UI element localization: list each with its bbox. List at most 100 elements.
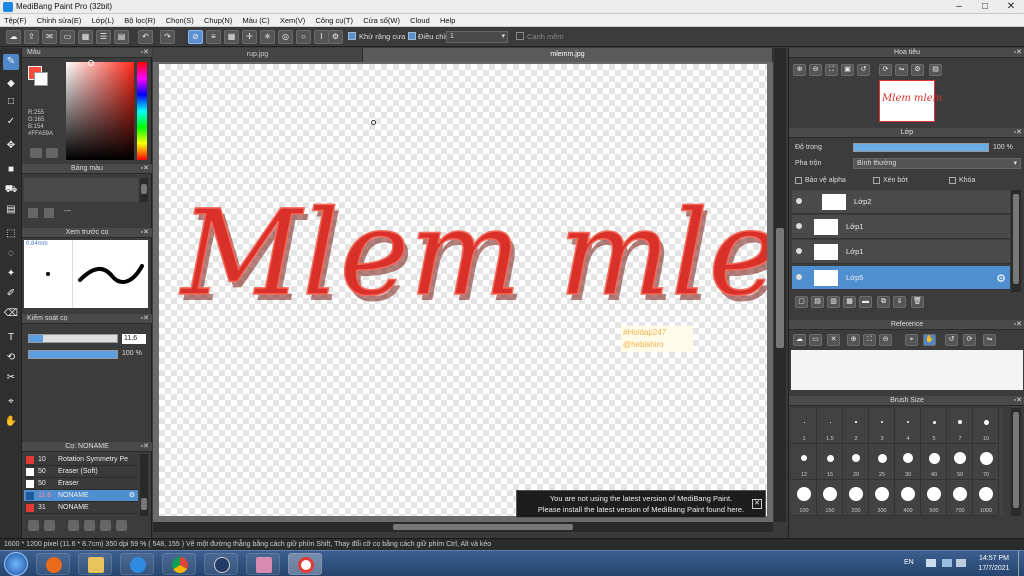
brush-size-cell[interactable]: 10: [973, 408, 999, 444]
brush-size-cell[interactable]: 12: [791, 444, 817, 480]
color-wheel-icon[interactable]: [30, 148, 42, 158]
new-1bit-layer-icon[interactable]: ▦: [843, 296, 856, 308]
canvas-vertical-scrollbar[interactable]: [774, 48, 786, 522]
medibang-taskbar-button[interactable]: [288, 553, 322, 575]
chat-icon[interactable]: ✉: [42, 30, 57, 44]
rotate-left-icon[interactable]: ↺: [857, 64, 870, 76]
operation-tool-icon[interactable]: ⟲: [3, 350, 19, 366]
brush-size-cell[interactable]: 1000: [973, 480, 999, 516]
zoom-in-icon[interactable]: ⊕: [793, 64, 806, 76]
flip-icon[interactable]: ⇋: [895, 64, 908, 76]
menu-layer[interactable]: Lớp(L): [88, 14, 118, 27]
ref-zoom-out-icon[interactable]: ⊖: [879, 334, 892, 346]
brush-list-item[interactable]: 31 NONAME: [24, 502, 138, 514]
visibility-eye-icon[interactable]: [796, 248, 802, 254]
color-mode-icon[interactable]: [46, 148, 58, 158]
brush-size-slider[interactable]: [28, 334, 118, 343]
menu-tools[interactable]: Công cụ(T): [312, 14, 358, 27]
antialias-checkbox[interactable]: [348, 32, 356, 40]
explorer-taskbar-button[interactable]: [78, 553, 112, 575]
select-tool-icon[interactable]: ⬚: [3, 226, 19, 242]
menu-filter[interactable]: Bộ lọc(R): [120, 14, 159, 27]
panel-close-icon[interactable]: ▫✕: [1014, 396, 1022, 406]
ref-hand-icon[interactable]: ✋: [923, 334, 936, 346]
new-brush-icon[interactable]: [84, 520, 95, 531]
brush-size-cell[interactable]: 100: [791, 480, 817, 516]
new-layer-icon[interactable]: ▢: [795, 296, 808, 308]
magic-wand-tool-icon[interactable]: ✦: [3, 266, 19, 282]
brush-opacity-slider[interactable]: [28, 350, 118, 359]
crosshair-snap-icon[interactable]: ✛: [242, 30, 257, 44]
copy-layer-icon[interactable]: ⧉: [877, 296, 890, 308]
brush-size-input[interactable]: 11.6: [122, 334, 146, 344]
eyedropper-tool-icon[interactable]: ⌖: [3, 394, 19, 410]
brush-size-cell[interactable]: 2: [843, 408, 869, 444]
brush-size-cell[interactable]: 1: [791, 408, 817, 444]
panel-close-icon[interactable]: ▫✕: [141, 228, 149, 238]
brush-settings-icon[interactable]: [28, 520, 39, 531]
brush-size-cell[interactable]: 3: [869, 408, 895, 444]
tab-mlemm[interactable]: mlemm.jpg: [363, 48, 773, 62]
brush-cloud-icon[interactable]: [44, 520, 55, 531]
divide-tool-icon[interactable]: ✂: [3, 370, 19, 386]
brush-list-item[interactable]: 50 Eraser (Soft): [24, 466, 138, 478]
color-picker-handle[interactable]: [88, 60, 94, 66]
menu-edit[interactable]: Chỉnh sửa(E): [33, 14, 86, 27]
brush-size-cell[interactable]: 70: [973, 444, 999, 480]
move-tool-icon[interactable]: ✥: [3, 138, 19, 154]
canvas-horizontal-scrollbar[interactable]: [153, 522, 773, 532]
brush-size-cell[interactable]: 4: [895, 408, 921, 444]
ref-fit-icon[interactable]: ⛶: [863, 334, 876, 346]
new-8bit-layer-icon[interactable]: ▥: [827, 296, 840, 308]
panel-icon[interactable]: ▭: [60, 30, 75, 44]
palette-swatches[interactable]: [24, 178, 138, 202]
check-tool-icon[interactable]: ✓: [3, 114, 19, 130]
select-pen-tool-icon[interactable]: ✐: [3, 286, 19, 302]
maximize-button[interactable]: □: [972, 0, 998, 14]
layer-row[interactable]: Lớp1: [792, 240, 1010, 264]
ref-eyedropper-icon[interactable]: ⌖: [905, 334, 918, 346]
document-canvas[interactable]: Mlem mlem Mlem mlem #Hoidap247 @hebishir…: [159, 64, 767, 516]
brush-size-cell[interactable]: 1.5: [817, 408, 843, 444]
fit-icon[interactable]: ⛶: [825, 64, 838, 76]
brush-size-cell[interactable]: 7: [947, 408, 973, 444]
parallel-snap-icon[interactable]: ≡: [206, 30, 221, 44]
brush-folder-icon[interactable]: [116, 520, 127, 531]
lasso-tool-icon[interactable]: ◌: [3, 246, 19, 262]
ref-rotate-reset-icon[interactable]: ⟳: [963, 334, 976, 346]
hand-tool-icon[interactable]: ✋: [3, 414, 19, 430]
panel-close-icon[interactable]: ▫✕: [1014, 128, 1022, 138]
brush-size-cell[interactable]: 40: [921, 444, 947, 480]
brush-list-item[interactable]: 11.6 NONAME ⚙: [24, 490, 138, 502]
app-taskbar-button[interactable]: [204, 553, 238, 575]
menu-window[interactable]: Cửa sổ(W): [359, 14, 404, 27]
menu-capture[interactable]: Chụp(N): [200, 14, 236, 27]
brush-size-cell[interactable]: 15: [817, 444, 843, 480]
layer-row[interactable]: Lớp1: [792, 215, 1010, 239]
protect-alpha-checkbox[interactable]: [795, 177, 802, 184]
palette-scrollbar[interactable]: [140, 178, 148, 202]
brush-size-scrollbar[interactable]: [1011, 408, 1021, 516]
clipping-checkbox[interactable]: [873, 177, 880, 184]
hue-slider[interactable]: [137, 62, 147, 160]
menu-file[interactable]: Tệp(F): [0, 14, 31, 27]
show-desktop-button[interactable]: [1018, 551, 1024, 576]
visibility-eye-icon[interactable]: [796, 198, 802, 204]
ref-zoom-in-icon[interactable]: ⊕: [847, 334, 860, 346]
network-icon[interactable]: [942, 559, 952, 567]
panel-close-icon[interactable]: ▫✕: [141, 442, 149, 452]
flag-icon[interactable]: [926, 559, 936, 567]
grid-view-icon[interactable]: ▦: [78, 30, 93, 44]
correction-select[interactable]: 1 ▾: [446, 31, 508, 43]
volume-icon[interactable]: [956, 559, 966, 567]
circle-snap-icon[interactable]: ○: [296, 30, 311, 44]
brush-size-cell[interactable]: 500: [921, 480, 947, 516]
delete-brush-icon[interactable]: [68, 520, 79, 531]
menu-view[interactable]: Xem(V): [276, 14, 309, 27]
delete-layer-icon[interactable]: 🗑: [911, 296, 924, 308]
media-player-taskbar-button[interactable]: [36, 553, 70, 575]
ref-flip-icon[interactable]: ⇋: [983, 334, 996, 346]
brush-size-cell[interactable]: 300: [869, 480, 895, 516]
fill-tool-icon[interactable]: ⛟: [3, 182, 19, 198]
ref-close-icon[interactable]: ✕: [827, 334, 840, 346]
